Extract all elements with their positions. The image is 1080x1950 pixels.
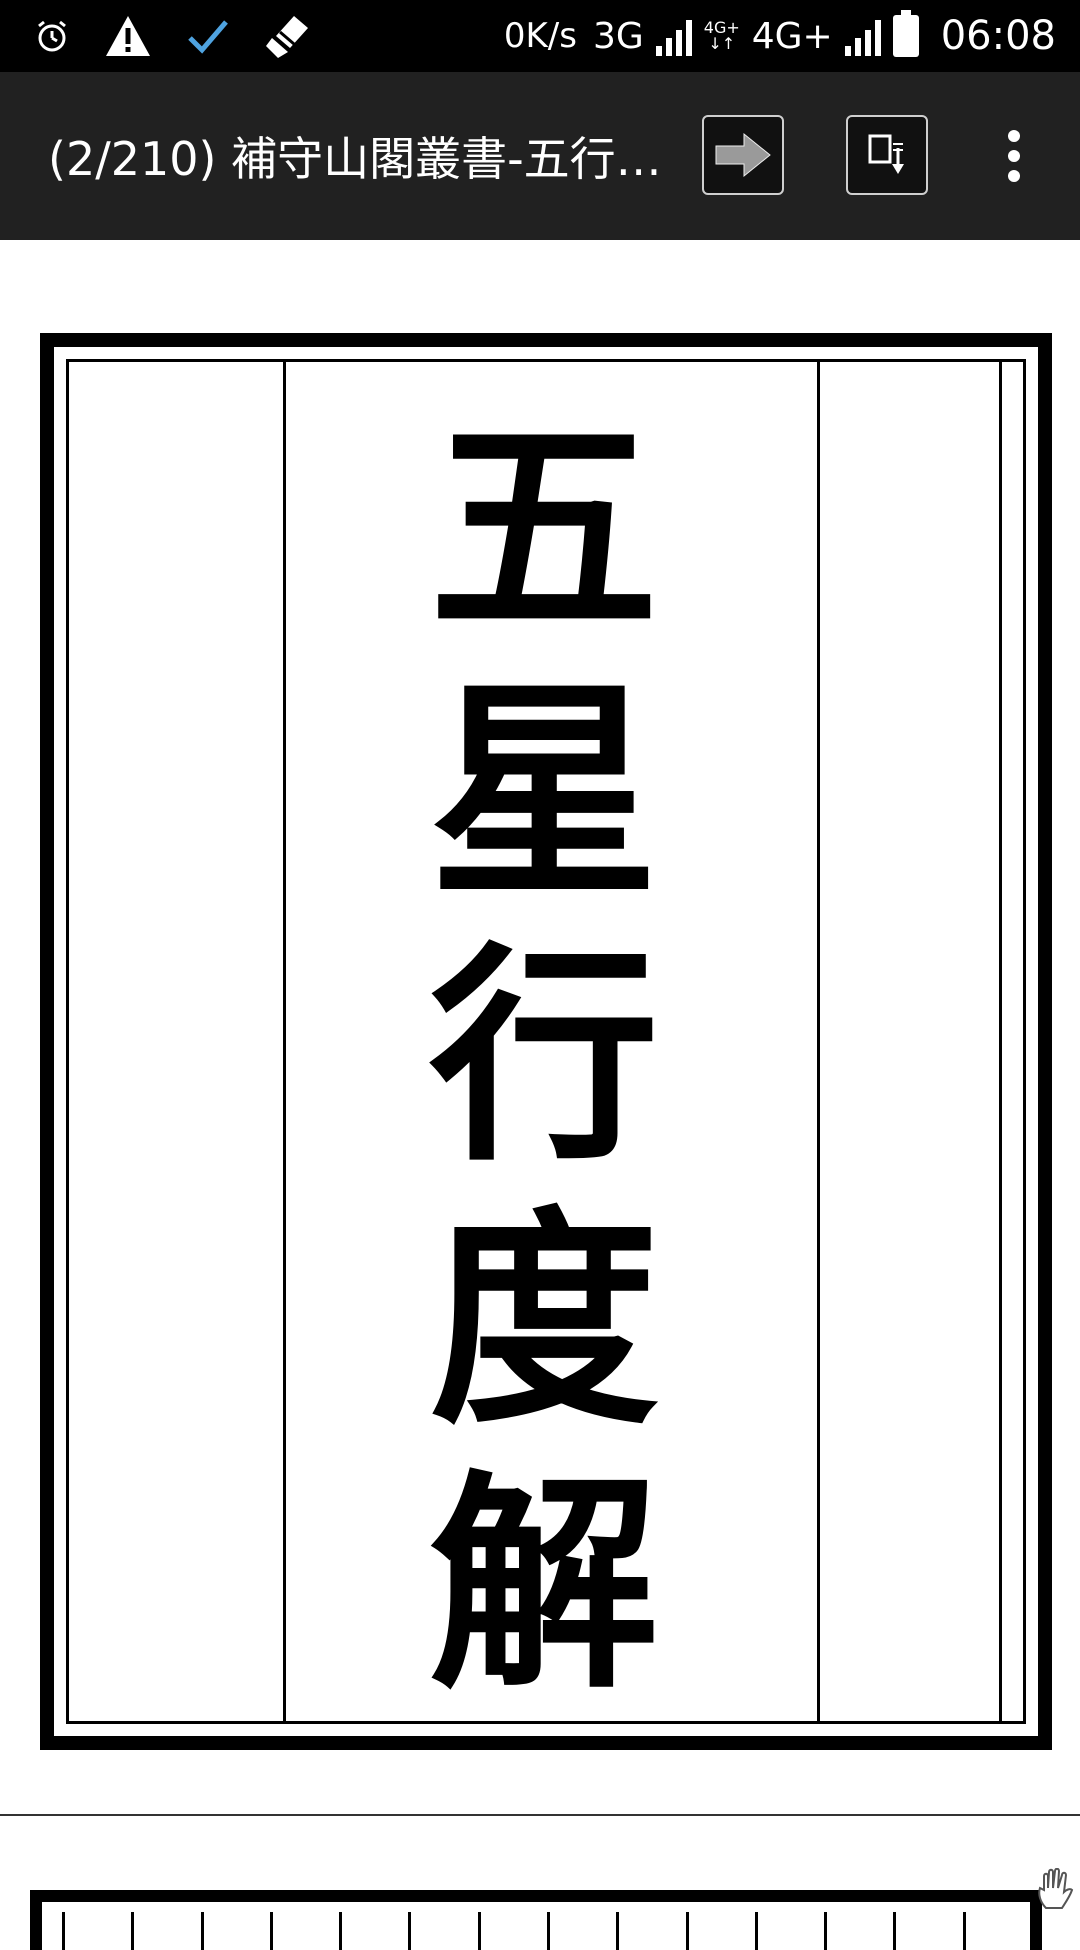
arrow-right-icon: [715, 132, 771, 178]
status-bar: 0K/s 3G 4G+ ↓↑ 4G+ 06:08: [0, 0, 1080, 72]
document-page[interactable]: 五 星 行 度 解: [40, 333, 1052, 1750]
signal-icon: [655, 16, 692, 56]
check-icon: [188, 20, 228, 54]
document-title: (2/210) 補守山閣叢書-五行…: [48, 132, 658, 186]
notification-icons: [34, 10, 314, 62]
column-rule: [817, 362, 820, 1721]
next-page-button[interactable]: [702, 115, 784, 195]
overflow-menu-button[interactable]: [990, 124, 1038, 188]
battery-icon: [892, 10, 919, 57]
page-separator: [0, 1814, 1080, 1816]
column-rule: [999, 362, 1002, 1721]
fit-page-icon: [868, 134, 904, 174]
overflow-menu-icon: [1008, 130, 1020, 142]
signal-icon-2: [844, 16, 881, 56]
network-type-3g: 3G: [592, 15, 644, 57]
column-rule: [283, 362, 286, 1721]
fit-page-button[interactable]: [846, 115, 928, 195]
title-char: 解: [428, 1450, 659, 1720]
app-toolbar: (2/210) 補守山閣叢書-五行…: [0, 72, 1080, 240]
status-right: 0K/s 3G 4G+ ↓↑ 4G+ 06:08: [504, 0, 1056, 72]
title-char: 度: [428, 1186, 659, 1456]
page-text-fragments: [62, 1912, 1010, 1950]
pan-hand-icon[interactable]: [1036, 1868, 1076, 1912]
clock: 06:08: [940, 13, 1056, 59]
overflow-dot: [1008, 170, 1020, 182]
network-type-4g: 4G+: [751, 15, 833, 57]
net-speed: 0K/s: [503, 16, 577, 56]
overflow-dot: [1008, 150, 1020, 162]
document-viewer[interactable]: 五 星 行 度 解: [0, 240, 1080, 1950]
book-cover-title: 五 星 行 度 解: [374, 397, 714, 1717]
alarm-icon: [38, 20, 66, 52]
warning-icon: [106, 16, 150, 56]
up-down-arrows-icon: ↓↑: [708, 34, 736, 53]
next-document-page[interactable]: [30, 1890, 1042, 1950]
title-char: 五: [428, 394, 659, 664]
title-char: 星: [428, 658, 659, 928]
title-char: 行: [428, 922, 659, 1192]
data-activity-icon: 4G+ ↓↑: [704, 20, 740, 52]
broom-icon: [266, 16, 308, 58]
